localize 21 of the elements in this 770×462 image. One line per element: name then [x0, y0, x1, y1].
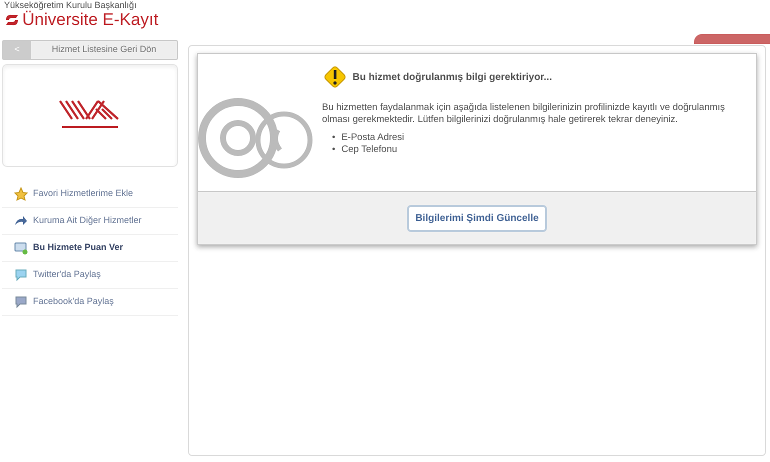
sidebar-item[interactable]: Facebook'da Paylaş: [2, 288, 178, 316]
back-button[interactable]: < Hizmet Listesine Geri Dön: [2, 40, 178, 60]
sidebar-item[interactable]: Bu Hizmete Puan Ver: [2, 234, 178, 262]
arrow-icon: [14, 214, 28, 228]
update-info-button[interactable]: Bilgilerimi Şimdi Güncelle: [407, 204, 547, 232]
chat-icon: [14, 240, 28, 254]
site-title: Üniversite E-Kayıt: [22, 10, 158, 30]
speech-bubble-icon: [14, 268, 28, 282]
sidebar-item[interactable]: Favori Hizmetlerime Ekle: [2, 180, 178, 208]
required-info-item: E-Posta Adresi: [341, 132, 404, 144]
speech-bubble-icon: [14, 294, 28, 308]
star-icon: [14, 186, 28, 200]
required-info-item: Cep Telefonu: [341, 144, 398, 156]
bullet: •: [332, 132, 336, 144]
organization-name: Yükseköğretim Kurulu Başkanlığı: [4, 0, 138, 10]
sidebar-item[interactable]: Twitter'da Paylaş: [2, 262, 178, 288]
bullet: •: [332, 144, 336, 156]
logo-icon: [4, 13, 20, 27]
sidebar-item[interactable]: Kuruma Ait Diğer Hizmetler: [2, 208, 178, 234]
dialog-message: Bu hizmetten faydalanmak için aşağıda listelenen bilgilerinizin profilinizde kayıtlı ve doğrulanmış olması gerekmektedir. Lütfen bilgilerinizi doğrulanmış hale getirerek tekrar deneyiniz.: [322, 102, 726, 126]
dialog-title: Bu hizmet doğrulanmış bilgi gerektiriyor...: [352, 70, 552, 84]
